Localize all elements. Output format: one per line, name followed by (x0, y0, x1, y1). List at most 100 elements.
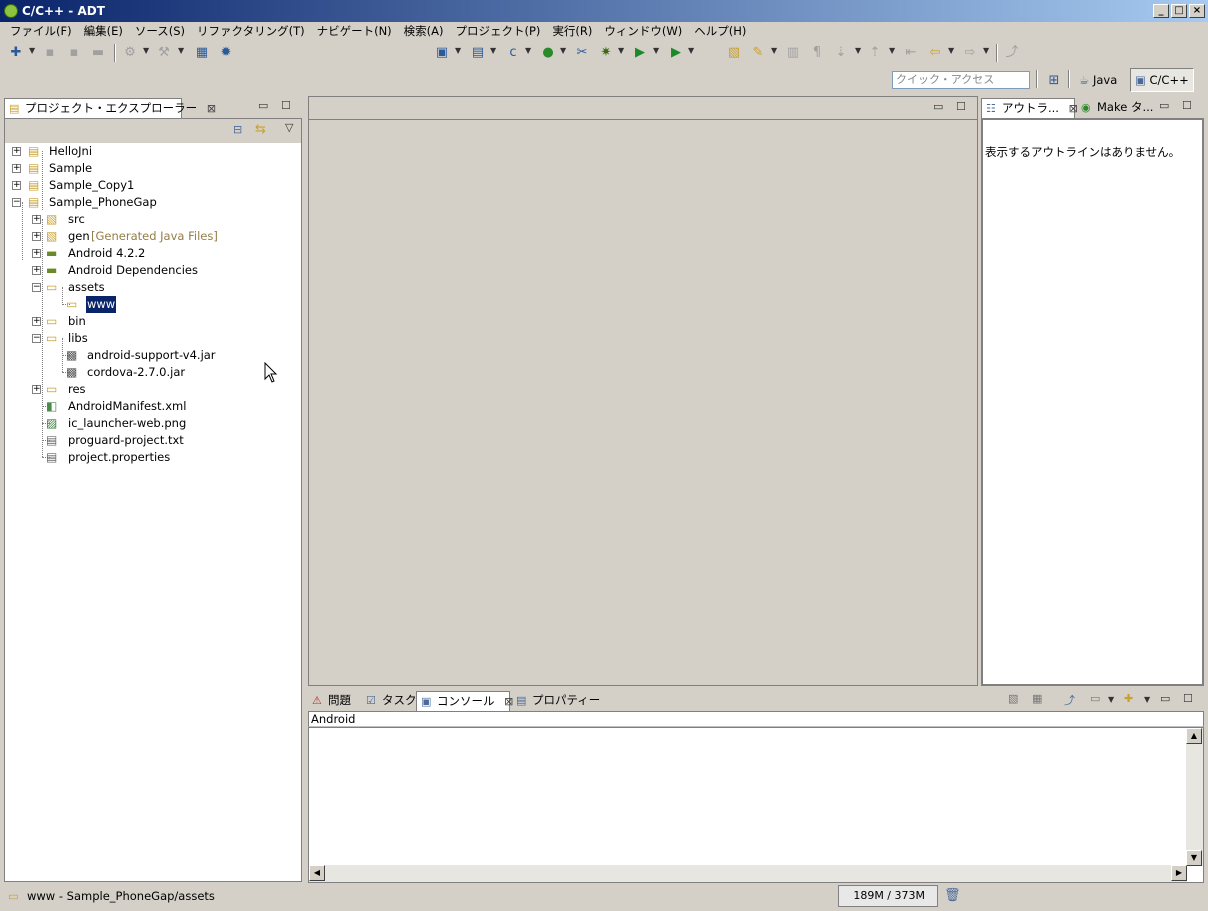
open-type-icon[interactable]: ▧ (726, 45, 742, 61)
save-all-icon[interactable]: ▪ (66, 45, 82, 61)
debug-bug-icon[interactable]: ✷ (598, 45, 614, 61)
search-tool-icon[interactable]: ✎ (750, 45, 766, 61)
scroll-up-button[interactable]: ▲ (1186, 728, 1202, 744)
tab-properties[interactable]: ▤ プロパティー (512, 691, 600, 711)
maximize-view-icon[interactable]: ☐ (1182, 99, 1192, 112)
menu-refactor[interactable]: リファクタリング(T) (191, 22, 311, 40)
menu-help[interactable]: ヘルプ(H) (688, 22, 752, 40)
external-tools-icon[interactable]: ▶ (668, 45, 684, 61)
open-perspective-icon[interactable]: ⊞ (1046, 73, 1062, 89)
next-annotation-icon[interactable]: ⇣ (833, 45, 849, 61)
tab-outline[interactable]: ☷ アウトラ... ⊠ (981, 98, 1078, 118)
hammer-build-icon[interactable]: ⚒ (156, 45, 172, 61)
run-dropdown-icon[interactable]: ▼ (653, 46, 659, 55)
previous-annotation-icon[interactable]: ⇡ (867, 45, 883, 61)
console-output[interactable]: ▲ ▼ ◀ ▶ (308, 727, 1204, 883)
menu-edit[interactable]: 編集(E) (78, 22, 129, 40)
new-dropdown-icon[interactable]: ▼ (29, 46, 35, 55)
maximize-editor-icon[interactable]: ☐ (956, 100, 966, 113)
minimize-view-icon[interactable]: ▭ (258, 99, 268, 112)
new-icon[interactable]: ✚ (8, 45, 24, 61)
scroll-down-button[interactable]: ▼ (1186, 850, 1202, 866)
build-settings-dropdown-icon[interactable]: ▼ (143, 46, 149, 55)
run-icon[interactable]: ▶ (632, 45, 648, 61)
menu-navigate[interactable]: ナビゲート(N) (311, 22, 398, 40)
menu-source[interactable]: ソース(S) (129, 22, 191, 40)
collapse-icon[interactable]: − (12, 198, 21, 207)
quick-access-input[interactable]: クイック・アクセス (892, 71, 1030, 89)
save-icon[interactable]: ▪ (42, 45, 58, 61)
tab-make-targets[interactable]: ◉ Make タ... (1077, 98, 1153, 118)
toggle-mark-icon[interactable]: ▥ (785, 45, 801, 61)
close-button[interactable]: × (1189, 4, 1205, 18)
garbage-collect-icon[interactable]: 🗑 (944, 888, 961, 903)
show-whitespace-icon[interactable]: ¶ (809, 45, 825, 61)
print-icon[interactable]: ▬ (90, 45, 106, 61)
debug-config-icon[interactable]: ✹ (218, 45, 234, 61)
expand-icon[interactable]: + (32, 385, 41, 394)
expand-icon[interactable]: + (32, 232, 41, 241)
display-console-icon[interactable]: ▭ (1090, 692, 1100, 705)
previous-annotation-dropdown-icon[interactable]: ▼ (889, 46, 895, 55)
perspective-java[interactable]: ☕ Java (1074, 68, 1122, 92)
perspective-cpp[interactable]: ▣ C/C++ (1130, 68, 1194, 92)
minimize-view-icon[interactable]: ▭ (1159, 99, 1169, 112)
search-tool-dropdown-icon[interactable]: ▼ (771, 46, 777, 55)
open-console-icon[interactable]: ✚ (1124, 692, 1133, 705)
minimize-editor-icon[interactable]: ▭ (933, 100, 943, 113)
menu-run[interactable]: 実行(R) (546, 22, 598, 40)
binary-icon[interactable]: ▦ (194, 45, 210, 61)
minimize-view-icon[interactable]: ▭ (1160, 692, 1170, 705)
new-c-file-icon[interactable]: ● (540, 45, 556, 61)
expand-icon[interactable]: + (32, 249, 41, 258)
next-annotation-dropdown-icon[interactable]: ▼ (855, 46, 861, 55)
new-folder-icon[interactable]: ▤ (470, 45, 486, 61)
pin-editor-icon[interactable]: ⤴ (1004, 45, 1020, 61)
expand-icon[interactable]: + (32, 266, 41, 275)
minimize-button[interactable]: _ (1153, 4, 1169, 18)
pin-console-icon[interactable]: ⤴ (1064, 692, 1075, 708)
cut-icon[interactable]: ✂ (574, 45, 590, 61)
collapse-icon[interactable]: − (32, 283, 41, 292)
menu-search[interactable]: 検索(A) (398, 22, 450, 40)
menu-window[interactable]: ウィンドウ(W) (598, 22, 688, 40)
new-class-icon[interactable]: c (505, 45, 521, 61)
display-console-dropdown-icon[interactable]: ▼ (1108, 695, 1114, 704)
expand-icon[interactable]: + (32, 215, 41, 224)
tab-tasks[interactable]: ☑ タスク (362, 691, 417, 711)
collapse-icon[interactable]: − (32, 334, 41, 343)
scroll-lock-icon[interactable]: ▦ (1032, 692, 1042, 705)
view-menu-icon[interactable]: ▽ (285, 121, 293, 134)
tab-project-explorer[interactable]: ▤ プロジェクト・エクスプローラー ⊠ (4, 98, 216, 118)
back-dropdown-icon[interactable]: ▼ (948, 46, 954, 55)
expand-icon[interactable]: + (32, 317, 41, 326)
new-folder-dropdown-icon[interactable]: ▼ (490, 46, 496, 55)
forward-dropdown-icon[interactable]: ▼ (983, 46, 989, 55)
back-arrow-icon[interactable]: ⇦ (927, 45, 943, 61)
tab-console[interactable]: ▣ コンソール ⊠ (416, 691, 513, 711)
hammer-dropdown-icon[interactable]: ▼ (178, 46, 184, 55)
new-cpp-project-icon[interactable]: ▣ (434, 45, 450, 61)
vertical-scrollbar[interactable]: ▲ ▼ (1186, 728, 1203, 866)
menu-file[interactable]: ファイル(F) (4, 22, 78, 40)
expand-icon[interactable]: + (12, 181, 21, 190)
maximize-view-icon[interactable]: ☐ (281, 99, 291, 112)
expand-icon[interactable]: + (12, 164, 21, 173)
maximize-button[interactable]: □ (1171, 4, 1187, 18)
clear-console-icon[interactable]: ▧ (1008, 692, 1018, 705)
collapse-all-icon[interactable]: ⊟ (233, 123, 242, 136)
new-cpp-project-dropdown-icon[interactable]: ▼ (455, 46, 461, 55)
link-with-editor-icon[interactable]: ⇆ (255, 122, 266, 137)
maximize-view-icon[interactable]: ☐ (1183, 692, 1193, 705)
open-console-dropdown-icon[interactable]: ▼ (1144, 695, 1150, 704)
heap-status[interactable]: 189M / 373M (838, 885, 938, 907)
close-tab-icon[interactable]: ⊠ (207, 102, 216, 115)
scroll-left-button[interactable]: ◀ (309, 865, 325, 881)
new-c-file-dropdown-icon[interactable]: ▼ (560, 46, 566, 55)
build-settings-icon[interactable]: ⚙ (122, 45, 138, 61)
new-class-dropdown-icon[interactable]: ▼ (525, 46, 531, 55)
debug-dropdown-icon[interactable]: ▼ (618, 46, 624, 55)
forward-arrow-icon[interactable]: ⇨ (962, 45, 978, 61)
scroll-right-button[interactable]: ▶ (1171, 865, 1187, 881)
external-tools-dropdown-icon[interactable]: ▼ (688, 46, 694, 55)
